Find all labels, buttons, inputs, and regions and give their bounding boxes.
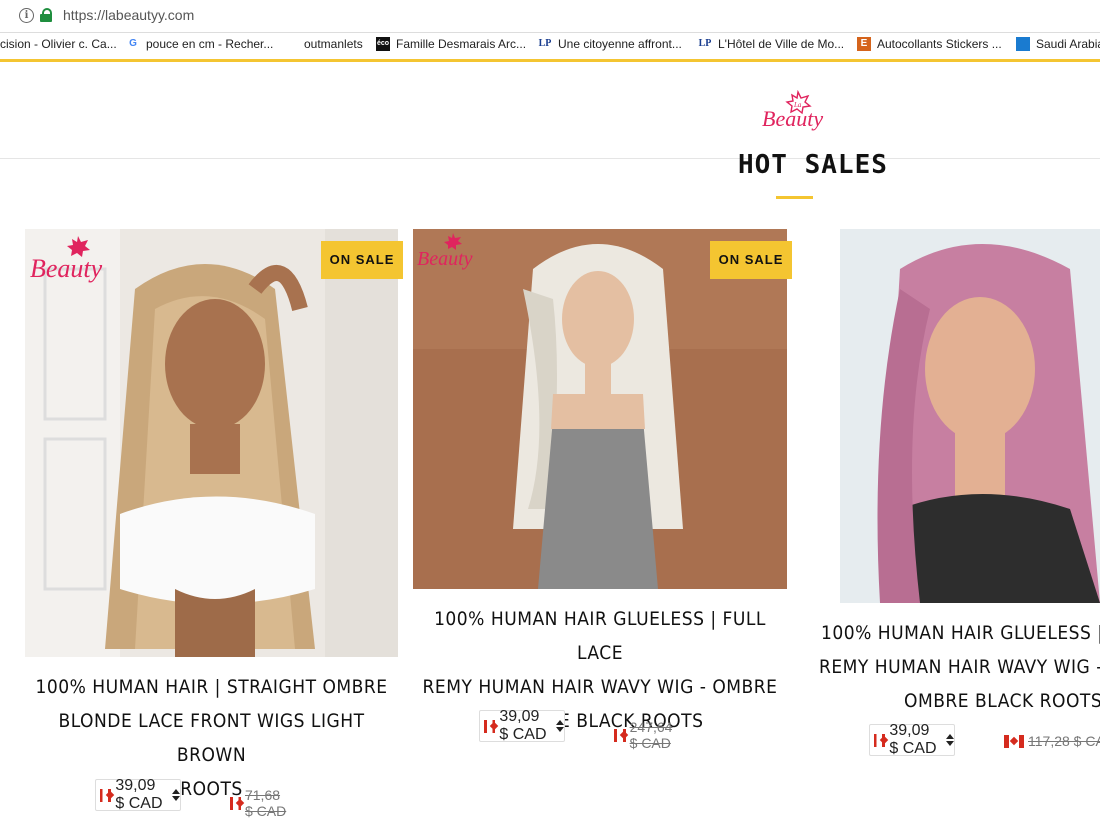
- old-price: 71,68 $ CAD: [230, 787, 289, 819]
- site-header: La Beauty: [0, 62, 1100, 159]
- bookmark-label: L'Hôtel de Ville de Mo...: [718, 37, 845, 51]
- google-icon: G: [129, 38, 137, 49]
- bookmark-label: pouce en cm - Recher...: [146, 37, 274, 51]
- price: 39,09 $ CAD: [115, 777, 163, 812]
- section-title: HOT SALES: [738, 150, 888, 180]
- currency-price-selector[interactable]: 39,09 $ CAD: [869, 722, 956, 757]
- product-image-platinum-wig[interactable]: [413, 229, 787, 589]
- bookmark-item[interactable]: LP Une citoyenne affront...: [538, 37, 682, 51]
- bookmark-item[interactable]: Saudi Arabia: [1016, 37, 1100, 51]
- image-watermark-logo: Beauty: [30, 236, 103, 283]
- etsy-icon: E: [857, 37, 871, 51]
- currency-price-selector[interactable]: 39,09 $ CAD: [479, 708, 566, 743]
- title-underline: [776, 196, 813, 199]
- title-line: BLONDE BLACK ROOTS: [496, 710, 704, 732]
- eco-icon: éco: [376, 37, 390, 51]
- up-down-arrows-icon: [945, 734, 953, 746]
- bookmark-item[interactable]: G pouce en cm - Recher...: [126, 37, 273, 51]
- old-price-text: 117,28 $ CAD: [1028, 733, 1100, 749]
- old-price-text: 71,68 $ CAD: [244, 787, 287, 819]
- up-down-arrows-icon: [171, 789, 179, 801]
- address-bar[interactable]: i https://labeautyy.com: [0, 0, 1100, 33]
- title-line: BLONDE LACE FRONT WIGS LIGHT BROWN: [58, 710, 365, 766]
- title-line: REMY HUMAN HAIR WAVY WIG - ROS: [819, 656, 1100, 678]
- image-watermark-logo: Beauty: [417, 233, 473, 270]
- currency-price-selector[interactable]: 39,09 $ CAD: [95, 777, 182, 812]
- svg-text:Beauty: Beauty: [30, 254, 103, 283]
- bookmark-item[interactable]: LP L'Hôtel de Ville de Mo...: [698, 37, 845, 51]
- info-icon[interactable]: i: [19, 8, 34, 23]
- title-line: REMY HUMAN HAIR WAVY WIG - OMBRE: [422, 676, 778, 698]
- bookmark-label: cision - Olivier c. Ca...: [0, 37, 117, 51]
- bookmark-item[interactable]: cision - Olivier c. Ca...: [0, 37, 117, 51]
- on-sale-badge: ON SALE: [710, 241, 792, 279]
- canada-flag-icon: [230, 796, 241, 810]
- up-down-arrows-icon: [555, 720, 563, 732]
- product-image-pink-wig[interactable]: [840, 229, 1100, 603]
- bookmark-label: Famille Desmarais Arc...: [396, 37, 527, 51]
- la-beauty-logo[interactable]: La Beauty: [758, 90, 832, 134]
- price: 39,09 $ CAD: [889, 722, 937, 757]
- bookmark-item[interactable]: outmanlets: [304, 37, 363, 51]
- old-price-text: 247,64 $ CAD: [629, 719, 673, 751]
- old-price: 247,64 $ CAD: [614, 719, 681, 751]
- canada-flag-icon: [614, 728, 626, 742]
- title-line: 100% HUMAN HAIR GLUELESS | FULL LACE: [434, 608, 766, 664]
- logo-text: Beauty: [762, 106, 823, 131]
- blue-square-icon: [1016, 37, 1030, 51]
- title-line: 100% HUMAN HAIR | STRAIGHT OMBRE: [35, 676, 388, 698]
- title-line: ROOTS: [180, 778, 243, 800]
- canada-flag-icon: [484, 719, 496, 733]
- lock-icon[interactable]: [40, 8, 52, 22]
- canada-flag-icon: [1004, 734, 1024, 748]
- price: 39,09 $ CAD: [499, 708, 547, 743]
- product-title[interactable]: 100% HUMAN HAIR | STRAIGHT OMBRE BLONDE …: [25, 670, 398, 806]
- title-line: 100% HUMAN HAIR GLUELESS | FUL: [821, 622, 1100, 644]
- product-title[interactable]: 100% HUMAN HAIR GLUELESS | FULL LACE REM…: [413, 602, 787, 738]
- bookmark-label: Autocollants Stickers ...: [877, 37, 1002, 51]
- bookmark-item[interactable]: E Autocollants Stickers ...: [857, 37, 1002, 51]
- canada-flag-icon: [100, 788, 112, 802]
- on-sale-badge: ON SALE: [321, 241, 403, 279]
- bookmark-item[interactable]: éco Famille Desmarais Arc...: [376, 37, 526, 51]
- bookmark-label: Une citoyenne affront...: [558, 37, 682, 51]
- svg-text:Beauty: Beauty: [417, 248, 473, 270]
- lp-icon: LP: [698, 38, 712, 49]
- title-line: OMBRE BLACK ROOTS: [904, 690, 1100, 712]
- canada-flag-icon: [874, 733, 886, 747]
- url-text[interactable]: https://labeautyy.com: [63, 7, 194, 23]
- product-image-blonde-wig[interactable]: [25, 229, 398, 657]
- bookmark-label: Saudi Arabia: [1036, 37, 1100, 51]
- old-price: 117,28 $ CAD: [1004, 733, 1100, 749]
- lp-icon: LP: [538, 38, 552, 49]
- product-title[interactable]: 100% HUMAN HAIR GLUELESS | FUL REMY HUMA…: [810, 616, 1100, 718]
- bookmark-label: outmanlets: [304, 37, 363, 51]
- bookmarks-bar: cision - Olivier c. Ca... G pouce en cm …: [0, 33, 1100, 62]
